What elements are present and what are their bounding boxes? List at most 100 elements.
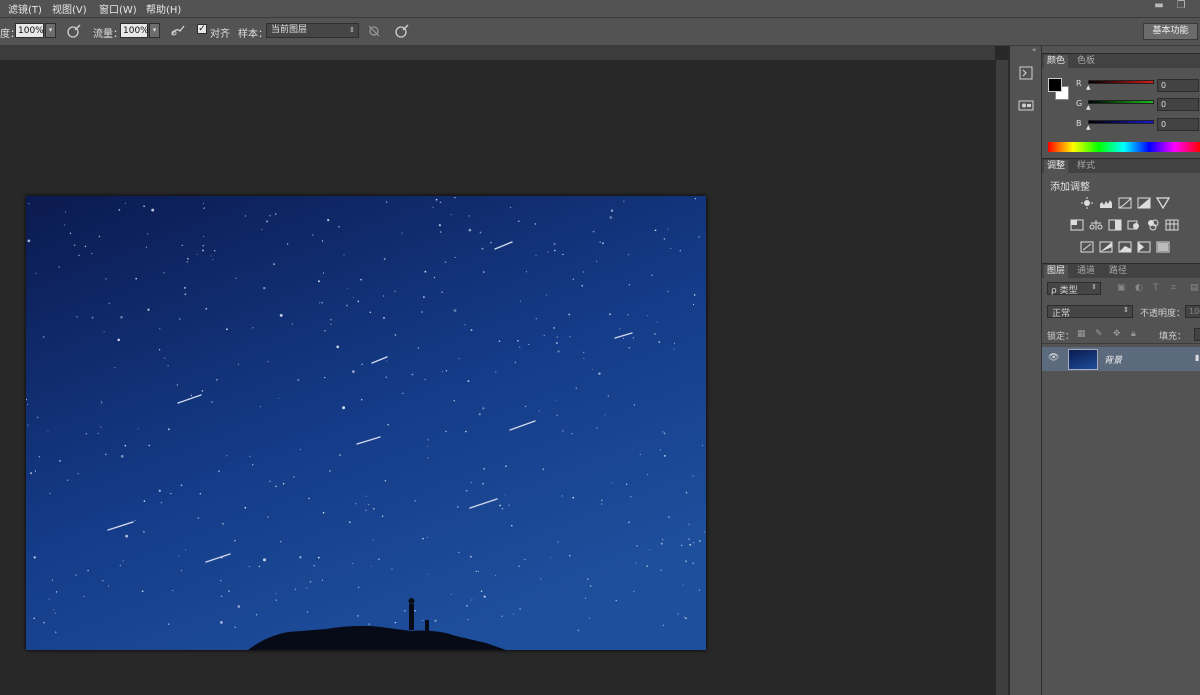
filter-type-icon[interactable]: T [1153,283,1159,293]
menu-view[interactable]: 视图(V) [52,1,87,16]
color-spectrum-ramp[interactable] [1048,142,1200,152]
channel-g-input[interactable]: 0 [1157,98,1199,111]
opacity-dropdown-arrow[interactable]: ▾ [45,23,56,38]
channel-r-input[interactable]: 0 [1157,79,1199,92]
channel-b-slider[interactable] [1088,120,1154,124]
layer-visibility-eye-icon[interactable]: 👁︎ [1048,353,1059,363]
star [145,246,148,248]
vertical-scrollbar[interactable] [996,60,1008,695]
person-silhouette [409,604,414,630]
restore-icon[interactable]: ❐ [1174,0,1188,12]
star [482,482,484,485]
star [202,202,205,204]
menu-window[interactable]: 窗口(W) [99,1,137,16]
hue-saturation-icon[interactable] [1070,219,1084,231]
color-balance-icon[interactable] [1089,219,1103,231]
star [385,201,388,203]
collapse-arrows-icon[interactable]: « [1032,46,1036,54]
color-lookup-icon[interactable] [1165,219,1179,231]
lock-all-icon[interactable]: 🔒︎ [1131,329,1136,339]
slider-thumb-icon[interactable]: ▲ [1086,124,1091,131]
channel-b-label: B [1076,119,1082,128]
star [432,206,434,208]
channel-g-slider[interactable] [1088,100,1154,104]
pressure-size-icon[interactable] [394,23,410,39]
star [588,617,590,619]
brightness-contrast-icon[interactable] [1080,197,1094,209]
star [467,380,470,382]
tab-paths[interactable]: 路径 [1106,265,1130,278]
flow-dropdown-arrow[interactable]: ▾ [149,23,160,38]
workspace-button[interactable]: 基本功能 [1143,23,1198,40]
ignore-adjustment-layers-icon[interactable] [366,23,382,39]
filter-adjustment-icon[interactable]: ◐ [1135,283,1143,293]
channel-r-slider[interactable] [1088,80,1154,84]
tab-adjustments[interactable]: 调整 [1044,160,1069,173]
star [66,479,69,481]
star [148,444,151,447]
invert-icon[interactable] [1080,241,1094,253]
black-white-icon[interactable] [1108,219,1122,231]
star [649,549,651,551]
blend-mode-select[interactable]: 正常 ⇕ [1047,305,1133,319]
canvas-image[interactable] [26,196,706,650]
curves-icon[interactable] [1118,197,1132,209]
pressure-opacity-icon[interactable] [66,23,82,39]
filter-shape-icon[interactable]: ⌗ [1171,283,1176,293]
slider-thumb-icon[interactable]: ▲ [1086,84,1091,91]
channel-b-input[interactable]: 0 [1157,118,1199,131]
airbrush-icon[interactable] [170,23,186,39]
star [439,201,442,203]
layer-opacity-input[interactable]: 100 [1185,305,1200,318]
vibrance-icon[interactable] [1156,197,1170,209]
properties-icon[interactable] [1017,96,1035,114]
layer-filter-select[interactable]: ρ 类型 ⇕ [1047,282,1101,296]
star [210,255,212,257]
menu-filter[interactable]: 滤镜(T) [8,1,42,16]
star [306,587,308,589]
star [467,618,469,621]
channel-mixer-icon[interactable] [1146,219,1160,231]
gradient-map-icon[interactable] [1156,241,1170,253]
filter-smart-object-icon[interactable]: ▤ [1190,283,1199,293]
star [184,293,187,296]
star [635,562,637,564]
filter-pixel-icon[interactable]: ▣ [1117,283,1126,293]
lock-transparent-icon[interactable]: ▦ [1077,329,1086,339]
selective-color-icon[interactable] [1137,241,1151,253]
star [689,543,692,546]
tab-styles[interactable]: 样式 [1074,160,1098,173]
lock-position-icon[interactable]: ✥ [1113,329,1121,339]
tab-channels[interactable]: 通道 [1074,265,1098,278]
minimize-icon[interactable]: ▬ [1152,0,1166,12]
star [114,366,116,368]
star [237,605,241,608]
star [59,460,61,462]
threshold-icon[interactable] [1118,241,1132,253]
star [632,590,635,593]
menu-help[interactable]: 帮助(H) [146,1,181,16]
layer-row[interactable]: 👁︎ 背景 ▮ [1042,347,1200,371]
history-icon[interactable] [1017,64,1035,82]
star [468,215,470,217]
star [632,337,634,339]
levels-icon[interactable] [1099,197,1113,209]
tab-swatches[interactable]: 色板 [1074,55,1098,68]
sample-select[interactable]: 当前图层 ⇕ [266,23,359,38]
star [423,296,425,298]
lock-image-icon[interactable]: ✎ [1095,329,1103,339]
star [103,331,105,333]
aligned-checkbox[interactable]: ✓ [197,24,207,34]
opacity-input[interactable]: 100% [15,23,44,38]
star [291,323,293,325]
star [518,565,520,567]
photo-filter-icon[interactable] [1127,219,1141,231]
exposure-icon[interactable] [1137,197,1151,209]
star [501,507,504,510]
posterize-icon[interactable] [1099,241,1113,253]
flow-input[interactable]: 100% [120,23,149,38]
slider-thumb-icon[interactable]: ▲ [1086,104,1091,111]
tab-color[interactable]: 颜色 [1044,55,1069,68]
tab-layers[interactable]: 图层 [1044,265,1069,278]
fill-input[interactable] [1194,328,1200,341]
